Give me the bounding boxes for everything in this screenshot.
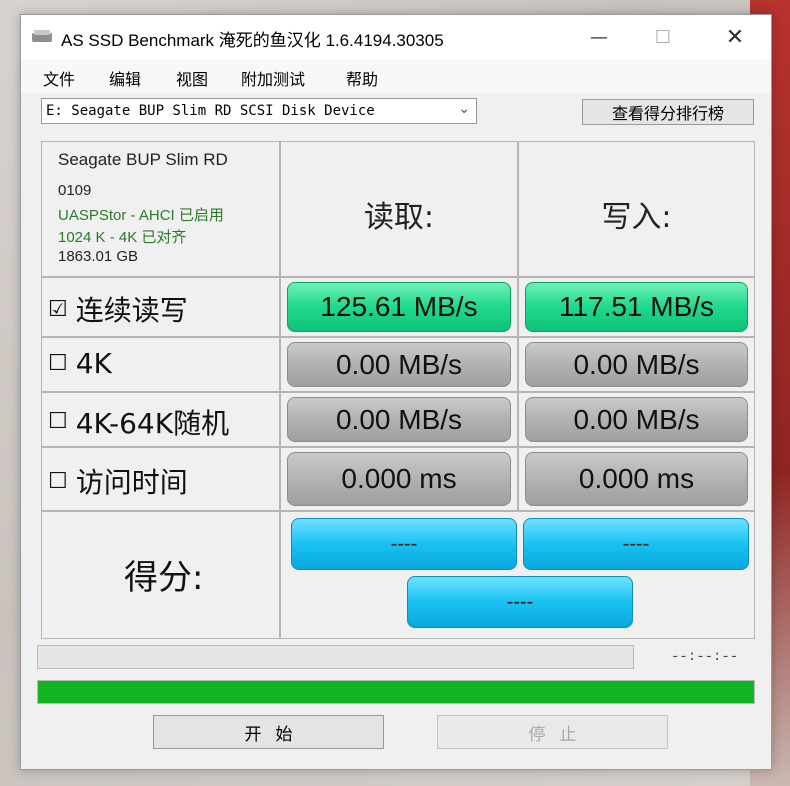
maximize-icon: ☐ bbox=[654, 26, 672, 48]
test-4k-write-result: 0.00 MB/s bbox=[525, 342, 748, 387]
test-4k-read-cell: 0.00 MB/s bbox=[280, 337, 518, 392]
app-window: AS SSD Benchmark 淹死的鱼汉化 1.6.4194.30305 —… bbox=[20, 14, 772, 770]
test-checkbox-seq[interactable]: ☑ 连续读写 bbox=[48, 289, 188, 329]
overall-progress-bar bbox=[37, 680, 755, 704]
close-button[interactable]: ✕ bbox=[711, 15, 759, 59]
test-checkbox-4k[interactable]: ☐ 4K bbox=[48, 347, 112, 380]
test-4k-64k-write-cell: 0.00 MB/s bbox=[518, 392, 755, 447]
device-info-panel: Seagate BUP Slim RD 0109 UASPStor - AHCI… bbox=[41, 141, 280, 277]
checkbox-icon: ☐ bbox=[48, 350, 68, 376]
test-progress-bar bbox=[37, 645, 634, 669]
drive-select[interactable]: E: Seagate BUP Slim RD SCSI Disk Device … bbox=[41, 98, 477, 124]
stop-button[interactable]: 停止 bbox=[437, 715, 668, 749]
test-label: 4K-64K随机 bbox=[75, 406, 230, 440]
checkbox-icon: ☑ bbox=[48, 296, 68, 322]
menu-file[interactable]: 文件 bbox=[43, 66, 75, 90]
write-header-label: 写入: bbox=[601, 200, 672, 235]
test-access-time-write-cell: 0.000 ms bbox=[518, 447, 755, 511]
read-header: 读取: bbox=[280, 141, 518, 277]
disk-icon bbox=[32, 30, 52, 42]
minimize-button[interactable]: — bbox=[575, 15, 623, 59]
score-values-panel: ---- ---- ---- bbox=[280, 511, 755, 639]
score-panel: 得分: bbox=[41, 511, 280, 639]
minimize-icon: — bbox=[590, 26, 608, 48]
menu-bar: 文件 编辑 视图 附加测试 帮助 bbox=[21, 59, 771, 93]
menu-extra-tests[interactable]: 附加测试 bbox=[241, 66, 305, 90]
test-row-4k: ☐ 4K bbox=[41, 337, 280, 392]
device-capacity: 1863.01 GB bbox=[58, 248, 139, 265]
chevron-down-icon: ⌄ bbox=[458, 101, 470, 117]
menu-view[interactable]: 视图 bbox=[176, 66, 208, 90]
test-row-4k-64k: ☐ 4K-64K随机 bbox=[41, 392, 280, 447]
test-row-seq: ☑ 连续读写 bbox=[41, 277, 280, 337]
read-header-label: 读取: bbox=[363, 200, 435, 235]
test-4k-read-result: 0.00 MB/s bbox=[287, 342, 511, 387]
score-label: 得分: bbox=[124, 558, 204, 598]
window-title: AS SSD Benchmark 淹死的鱼汉化 1.6.4194.30305 bbox=[61, 31, 444, 50]
start-button[interactable]: 开始 bbox=[153, 715, 384, 749]
test-checkbox-access-time[interactable]: ☐ 访问时间 bbox=[48, 461, 188, 501]
test-access-time-write-result: 0.000 ms bbox=[525, 452, 748, 506]
test-4k-64k-read-result: 0.00 MB/s bbox=[287, 397, 511, 442]
device-model: Seagate BUP Slim RD bbox=[58, 150, 228, 169]
score-write: ---- bbox=[523, 518, 749, 570]
checkbox-icon: ☐ bbox=[48, 468, 68, 494]
test-4k-64k-read-cell: 0.00 MB/s bbox=[280, 392, 518, 447]
title-bar: AS SSD Benchmark 淹死的鱼汉化 1.6.4194.30305 —… bbox=[21, 15, 771, 59]
test-label: 4K bbox=[75, 346, 112, 380]
test-checkbox-4k-64k[interactable]: ☐ 4K-64K随机 bbox=[48, 402, 229, 442]
score-total: ---- bbox=[407, 576, 633, 628]
test-label: 访问时间 bbox=[75, 466, 188, 499]
device-alignment: 1024 K - 4K 已对齐 bbox=[58, 229, 187, 246]
device-driver: UASPStor - AHCI 已启用 bbox=[58, 207, 224, 224]
checkbox-icon: ☐ bbox=[48, 409, 68, 434]
score-read: ---- bbox=[291, 518, 517, 570]
test-label: 连续读写 bbox=[75, 294, 188, 327]
test-seq-write-cell: 117.51 MB/s bbox=[518, 277, 755, 337]
drive-select-value: E: Seagate BUP Slim RD SCSI Disk Device bbox=[46, 103, 375, 119]
write-header: 写入: bbox=[518, 141, 755, 277]
rank-button[interactable]: 查看得分排行榜 bbox=[582, 99, 754, 125]
elapsed-time: --:--:-- bbox=[671, 649, 739, 665]
test-4k-64k-write-result: 0.00 MB/s bbox=[525, 397, 748, 442]
menu-help[interactable]: 帮助 bbox=[346, 66, 378, 90]
device-firmware: 0109 bbox=[58, 182, 92, 199]
test-access-time-read-cell: 0.000 ms bbox=[280, 447, 518, 511]
test-seq-read-result: 125.61 MB/s bbox=[287, 282, 511, 332]
test-row-access-time: ☐ 访问时间 bbox=[41, 447, 280, 511]
test-access-time-read-result: 0.000 ms bbox=[287, 452, 511, 506]
maximize-button[interactable]: ☐ bbox=[639, 15, 687, 59]
test-seq-read-cell: 125.61 MB/s bbox=[280, 277, 518, 337]
menu-edit[interactable]: 编辑 bbox=[109, 66, 141, 90]
test-seq-write-result: 117.51 MB/s bbox=[525, 282, 748, 332]
close-icon: ✕ bbox=[725, 24, 745, 50]
test-4k-write-cell: 0.00 MB/s bbox=[518, 337, 755, 392]
overall-progress-fill bbox=[38, 681, 754, 703]
